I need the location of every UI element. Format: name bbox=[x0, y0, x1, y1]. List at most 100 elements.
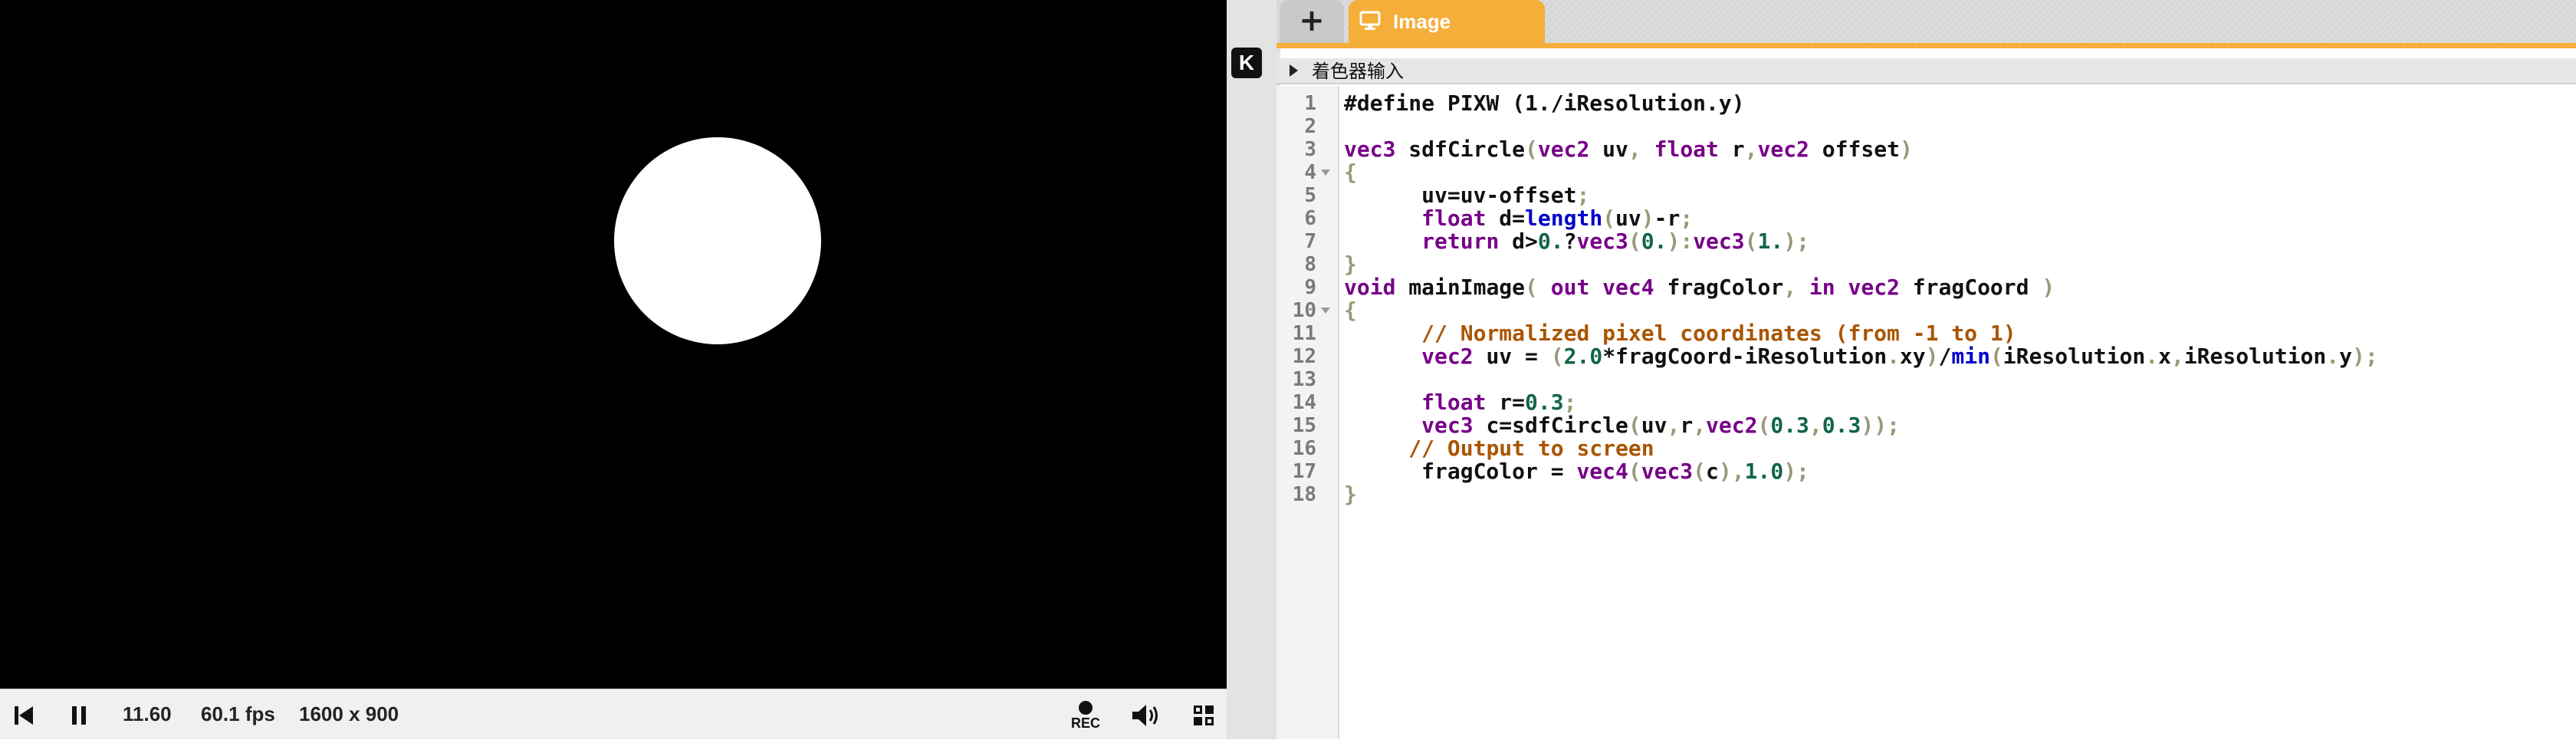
code-line[interactable]: #define PIXW (1./iResolution.y) bbox=[1344, 92, 1745, 115]
code-line[interactable]: float d=length(uv)-r; bbox=[1344, 207, 1693, 230]
code-token: float bbox=[1654, 136, 1719, 162]
code-token: fragColor = bbox=[1344, 459, 1577, 484]
code-line[interactable]: fragColor = vec4(vec3(c),1.0); bbox=[1344, 460, 1809, 483]
code-token: *fragCoord-iResolution bbox=[1602, 344, 1888, 369]
fullscreen-button[interactable] bbox=[1190, 702, 1217, 728]
code-line[interactable]: { bbox=[1344, 299, 1357, 322]
line-number: 2 bbox=[1304, 115, 1316, 138]
code-token: void bbox=[1344, 275, 1396, 300]
time-readout: 11.60 bbox=[123, 702, 172, 725]
code-token: min bbox=[1951, 344, 1990, 369]
code-token: , bbox=[2170, 344, 2184, 369]
editor-panel: + Image 着色器输入 1 2 3 4 5 6 7 8 9 10 11 12 13 14 15 16 17 1… bbox=[1276, 0, 2576, 739]
line-number: 15 bbox=[1292, 414, 1316, 437]
code-line[interactable]: vec3 sdfCircle(vec2 uv, float r,vec2 off… bbox=[1344, 138, 1913, 161]
add-tab-button[interactable]: + bbox=[1280, 0, 1344, 43]
code-token: c bbox=[1706, 459, 1719, 484]
pause-icon bbox=[72, 706, 86, 725]
rewind-button[interactable] bbox=[11, 703, 37, 728]
code-token: in bbox=[1809, 275, 1835, 300]
code-token: vec4 bbox=[1602, 275, 1654, 300]
code-token: fragCoord bbox=[1899, 275, 2042, 300]
code-token: . bbox=[1887, 344, 1900, 369]
fold-arrow-icon[interactable] bbox=[1321, 169, 1330, 176]
code-line[interactable]: vec3 c=sdfCircle(uv,r,vec2(0.3,0.3)); bbox=[1344, 414, 1900, 437]
line-number: 11 bbox=[1292, 322, 1316, 345]
code-token: uv bbox=[1589, 136, 1628, 162]
code-line[interactable]: vec2 uv = (2.0*fragCoord-iResolution.xy)… bbox=[1344, 345, 2378, 368]
code-token: iResolution bbox=[2183, 344, 2327, 369]
code-token: ; bbox=[1563, 390, 1577, 415]
code-token: c=sdfCircle bbox=[1473, 413, 1628, 438]
code-token: ); bbox=[1783, 459, 1809, 484]
code-line[interactable]: uv=uv-offset; bbox=[1344, 184, 1589, 207]
volume-button[interactable] bbox=[1130, 702, 1164, 729]
line-number: 6 bbox=[1304, 207, 1316, 230]
code-token: length bbox=[1525, 206, 1603, 231]
code-token: ( bbox=[1525, 275, 1551, 300]
active-tab-underline bbox=[1276, 43, 2576, 48]
speaker-icon bbox=[1132, 705, 1158, 726]
code-token: . bbox=[2145, 344, 2159, 369]
code-token: uv=uv-offset bbox=[1344, 183, 1577, 208]
fold-arrow-icon[interactable] bbox=[1321, 308, 1330, 314]
code-token: uv bbox=[1615, 206, 1641, 231]
line-number: 12 bbox=[1292, 345, 1316, 368]
code-token: , bbox=[1628, 136, 1641, 162]
code-token: ( bbox=[1757, 413, 1771, 438]
code-token: ( bbox=[1744, 229, 1758, 254]
code-token: 1. bbox=[1757, 229, 1784, 254]
code-token: , bbox=[1783, 275, 1809, 300]
pause-button[interactable] bbox=[66, 703, 92, 728]
code-token: ), bbox=[1718, 459, 1745, 484]
rewind-icon bbox=[15, 706, 33, 725]
code-token: ? bbox=[1563, 229, 1577, 254]
record-label: REC bbox=[1070, 715, 1100, 731]
record-dot-icon bbox=[1079, 701, 1092, 715]
tab-image[interactable]: Image bbox=[1349, 0, 1545, 43]
tab-bar: + Image bbox=[1276, 0, 2576, 46]
code-token: vec2 bbox=[1537, 136, 1590, 162]
render-canvas[interactable] bbox=[0, 0, 1227, 689]
code-token: ( bbox=[1550, 344, 1564, 369]
code-line[interactable]: } bbox=[1344, 253, 1357, 276]
code-token: // Normalized pixel coordinates (from -1… bbox=[1421, 321, 2016, 346]
shader-inputs-toggle[interactable]: 着色器输入 bbox=[1276, 58, 2576, 84]
code-line[interactable]: { bbox=[1344, 161, 1357, 184]
code-token: vec3 bbox=[1693, 229, 1745, 254]
line-number: 16 bbox=[1292, 437, 1316, 460]
code-line[interactable]: void mainImage( out vec4 fragColor, in v… bbox=[1344, 276, 2055, 299]
code-token: 0. bbox=[1537, 229, 1564, 254]
code-token: // Output to screen bbox=[1408, 436, 1654, 461]
code-token: vec4 bbox=[1576, 459, 1628, 484]
record-button[interactable]: REC bbox=[1067, 697, 1104, 735]
line-number: 4 bbox=[1304, 161, 1316, 184]
code-token: ( bbox=[1693, 459, 1707, 484]
code-token: 0. bbox=[1641, 229, 1668, 254]
code-line[interactable]: // Output to screen bbox=[1344, 437, 1654, 460]
line-number: 10 bbox=[1292, 299, 1316, 322]
line-number-gutter: 1 2 3 4 5 6 7 8 9 10 11 12 13 14 15 16 17 18 bbox=[1276, 86, 1339, 739]
code-token: 0.3 bbox=[1770, 413, 1809, 438]
code-line[interactable]: float r=0.3; bbox=[1344, 391, 1576, 414]
line-number: 9 bbox=[1304, 276, 1316, 299]
line-number: 7 bbox=[1304, 230, 1316, 253]
code-line[interactable]: // Normalized pixel coordinates (from -1… bbox=[1344, 322, 2016, 345]
code-token: uv bbox=[1641, 413, 1668, 438]
code-token: r bbox=[1718, 136, 1745, 162]
code-token: vec2 bbox=[1421, 344, 1474, 369]
code-token: 2.0 bbox=[1563, 344, 1603, 369]
fullscreen-icon bbox=[1194, 705, 1214, 725]
code-editor[interactable]: 1 2 3 4 5 6 7 8 9 10 11 12 13 14 15 16 17 18 #define PIXW… bbox=[1276, 86, 2576, 739]
code-token: ( bbox=[1628, 229, 1641, 254]
code-token: ) bbox=[1925, 344, 1939, 369]
code-token: -r bbox=[1654, 206, 1681, 231]
code-line[interactable]: } bbox=[1344, 483, 1357, 506]
code-token: ) bbox=[2042, 275, 2055, 300]
code-token: ): bbox=[1667, 229, 1694, 254]
code-line[interactable]: return d>0.?vec3(0.):vec3(1.); bbox=[1344, 230, 1809, 253]
site-logo[interactable]: K bbox=[1231, 48, 1262, 78]
code-token: r= bbox=[1486, 390, 1526, 415]
